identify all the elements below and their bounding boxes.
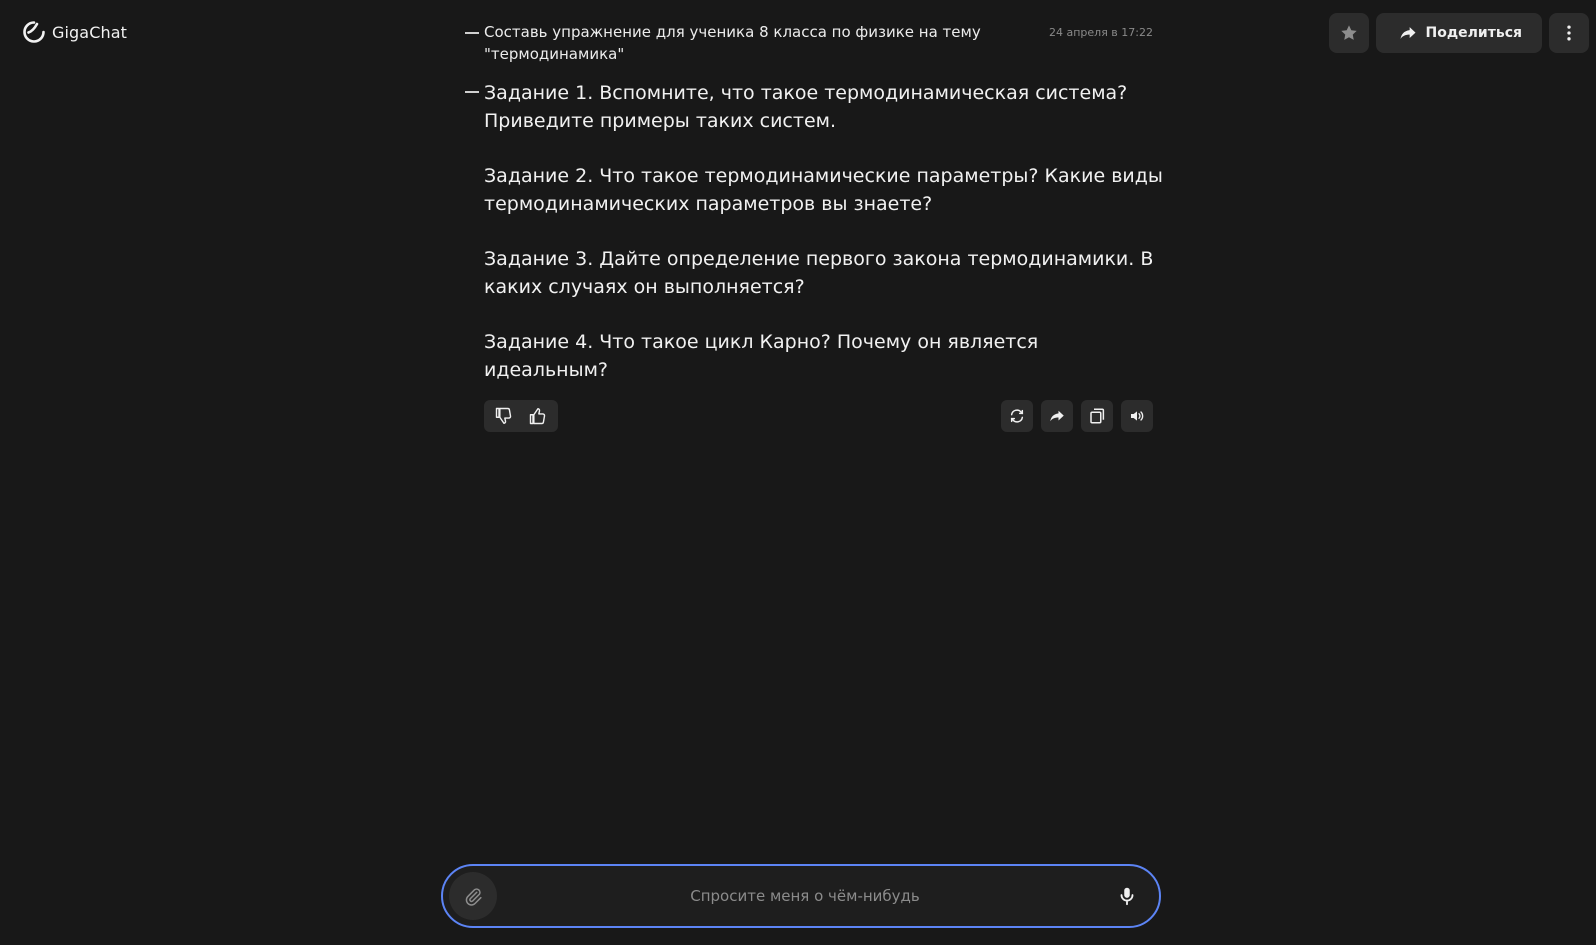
bot-paragraph-1: Задание 1. Вспомните, что такое термодин… [484,82,1128,132]
share-arrow-icon [1400,27,1416,39]
message-actions [484,400,1153,432]
chat-thread: Составь упражнение для ученика 8 класса … [465,20,1163,432]
message-tools [1001,400,1153,432]
app-logo[interactable]: GigaChat [22,20,127,44]
user-message-text: Составь упражнение для ученика 8 класса … [484,23,981,63]
bot-paragraph-3: Задание 3. Дайте определение первого зак… [484,248,1154,298]
more-vertical-icon [1567,25,1571,41]
thumbs-down-icon [495,407,512,424]
message-timestamp: 24 апреля в 17:22 [1048,26,1153,39]
paperclip-icon [465,888,482,906]
message-composer [441,864,1161,928]
rating-group [484,400,558,432]
refresh-icon [1010,409,1024,423]
message-dash [465,32,479,34]
speak-button[interactable] [1121,400,1153,432]
thumbs-up-icon [529,408,546,425]
dislike-button[interactable] [488,402,520,430]
more-menu-button[interactable] [1549,13,1589,53]
copy-button[interactable] [1081,400,1113,432]
favorite-button[interactable] [1328,13,1369,53]
app-name: GigaChat [52,22,127,42]
regenerate-button[interactable] [1001,400,1033,432]
share-arrow-icon [1050,410,1064,422]
attach-button[interactable] [449,872,497,920]
top-actions: Поделиться [1328,13,1589,53]
share-button[interactable]: Поделиться [1375,13,1542,53]
star-icon [1340,25,1357,40]
bot-paragraph-4: Задание 4. Что такое цикл Карно? Почему … [484,331,1039,381]
gigachat-logo-icon [23,21,45,43]
message-input[interactable] [503,876,1107,916]
forward-button[interactable] [1041,400,1073,432]
voice-input-button[interactable] [1107,876,1147,916]
message-dash [465,91,479,93]
microphone-icon [1120,887,1134,906]
like-button[interactable] [522,402,554,430]
user-message: Составь упражнение для ученика 8 класса … [465,20,1153,65]
bot-paragraph-2: Задание 2. Что такое термодинамические п… [484,165,1163,215]
copy-icon [1090,408,1105,424]
share-label: Поделиться [1425,25,1522,41]
bot-message: Задание 1. Вспомните, что такое термодин… [465,79,1163,432]
speaker-icon [1131,411,1144,421]
